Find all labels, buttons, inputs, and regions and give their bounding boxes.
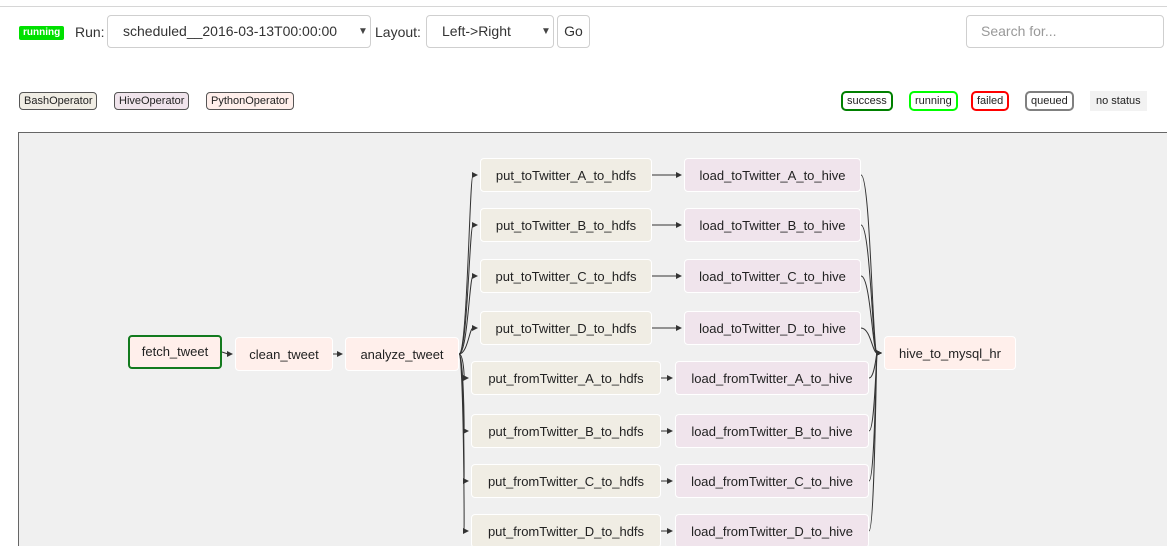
task-node-put-fromtwitter-c[interactable]: put_fromTwitter_C_to_hdfs [471,464,661,498]
arrowhead-icon [667,478,673,484]
task-node-load-totwitter-d[interactable]: load_toTwitter_D_to_hive [684,311,861,345]
edge-load_fromTwitter_D_to_hive-to-hive_to_mysql_hr [868,352,878,532]
task-node-put-fromtwitter-d[interactable]: put_fromTwitter_D_to_hdfs [471,514,661,546]
arrowhead-icon [472,273,478,279]
arrowhead-icon [676,325,682,331]
legend-state-queued: queued [1025,91,1074,111]
go-button[interactable]: Go [557,15,590,48]
arrowhead-icon [463,375,469,381]
arrowhead-icon [463,528,469,534]
arrowhead-icon [676,172,682,178]
task-node-load-totwitter-c[interactable]: load_toTwitter_C_to_hive [684,259,861,293]
legend-state-failed: failed [971,91,1010,111]
legend-state-running: running [909,91,958,111]
run-select-value: scheduled__2016-03-13T00:00:00 [123,23,338,39]
arrowhead-icon [676,273,682,279]
search-input[interactable]: Search for... [966,15,1164,48]
run-state-badge: running [19,26,65,40]
task-node-load-totwitter-b[interactable]: load_toTwitter_B_to_hive [684,208,861,242]
task-node-load-fromtwitter-d[interactable]: load_fromTwitter_D_to_hive [675,514,869,546]
legend-operator-hive: HiveOperator [114,92,190,110]
task-node-load-totwitter-a[interactable]: load_toTwitter_A_to_hive [684,158,861,192]
arrowhead-icon [676,222,682,228]
chevron-down-icon: ▼ [358,26,368,37]
arrowhead-icon [472,325,478,331]
task-node-put-totwitter-d[interactable]: put_toTwitter_D_to_hdfs [480,311,652,345]
task-node-put-totwitter-c[interactable]: put_toTwitter_C_to_hdfs [480,259,652,293]
run-label: Run: [75,24,105,40]
chevron-down-icon: ▼ [541,26,551,37]
task-node-load-fromtwitter-b[interactable]: load_fromTwitter_B_to_hive [675,414,869,448]
task-node-load-fromtwitter-c[interactable]: load_fromTwitter_C_to_hive [675,464,869,498]
task-node-put-fromtwitter-b[interactable]: put_fromTwitter_B_to_hdfs [471,414,661,448]
arrowhead-icon [227,351,233,357]
arrowhead-icon [667,528,673,534]
arrowhead-icon [472,172,478,178]
task-node-fetch-tweet[interactable]: fetch_tweet [128,335,222,369]
arrowhead-icon [667,375,673,381]
task-node-hive-to-mysql-hr[interactable]: hive_to_mysql_hr [884,336,1016,370]
dag-graph-canvas[interactable]: fetch_tweet clean_tweet analyze_tweet pu… [18,132,1167,546]
arrowhead-icon [876,350,882,356]
task-node-put-totwitter-a[interactable]: put_toTwitter_A_to_hdfs [480,158,652,192]
run-select[interactable]: scheduled__2016-03-13T00:00:00 ▼ [107,15,371,48]
layout-label: Layout: [375,24,421,40]
arrowhead-icon [472,222,478,228]
arrowhead-icon [667,428,673,434]
task-node-load-fromtwitter-a[interactable]: load_fromTwitter_A_to_hive [675,361,869,395]
legend-operator-python: PythonOperator [206,92,294,110]
legend-state-no-status: no status [1090,91,1147,111]
task-node-analyze-tweet[interactable]: analyze_tweet [345,337,459,371]
legend-state-success: success [841,91,893,111]
layout-select-value: Left->Right [442,23,511,39]
task-node-put-fromtwitter-a[interactable]: put_fromTwitter_A_to_hdfs [471,361,661,395]
legend-operator-bash: BashOperator [19,92,98,110]
arrowhead-icon [337,351,343,357]
top-divider [0,6,1167,7]
layout-select[interactable]: Left->Right ▼ [426,15,554,48]
task-node-put-totwitter-b[interactable]: put_toTwitter_B_to_hdfs [480,208,652,242]
task-node-clean-tweet[interactable]: clean_tweet [235,337,333,371]
